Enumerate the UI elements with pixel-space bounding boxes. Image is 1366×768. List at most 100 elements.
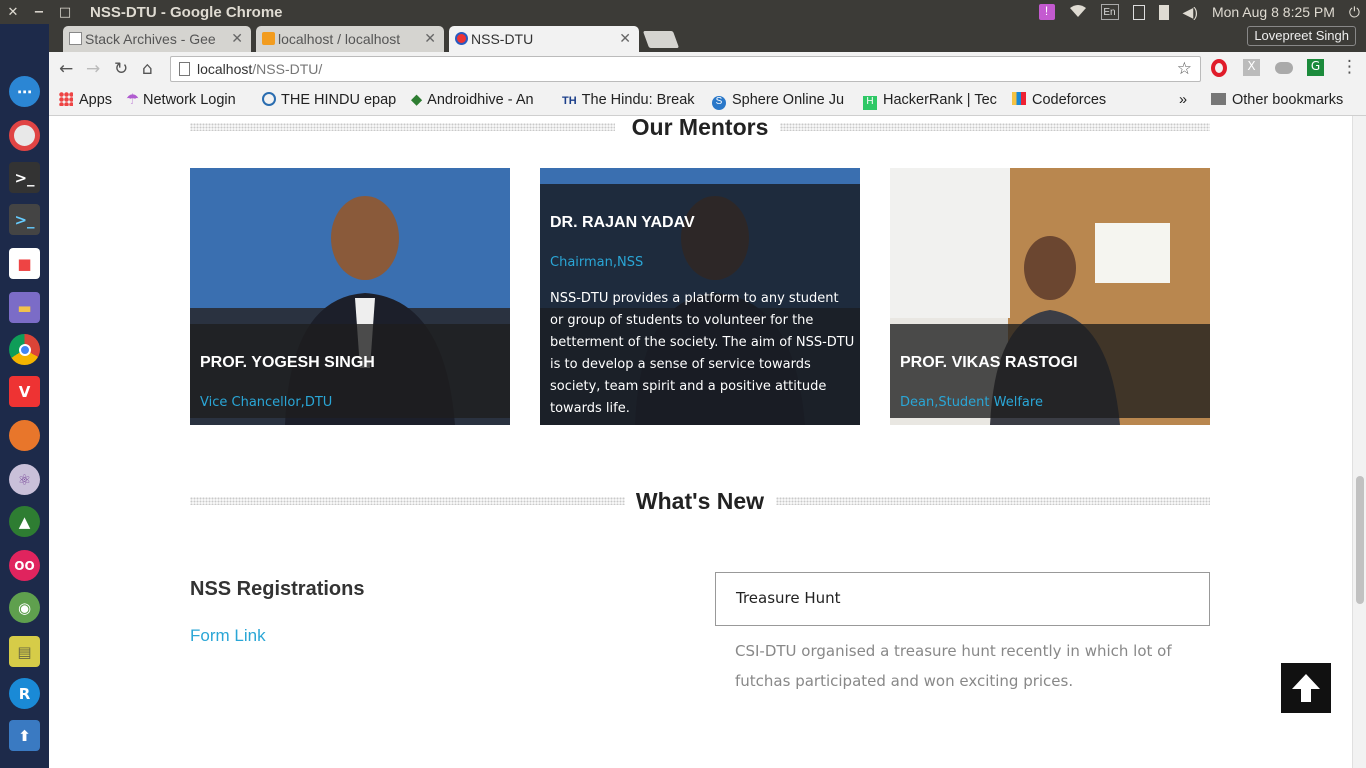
news-description: CSI-DTU organised a treasure hunt recent… bbox=[735, 642, 1172, 690]
mentor-role: Dean,Student Welfare bbox=[900, 395, 1043, 410]
vivaldi-icon[interactable]: V bbox=[9, 376, 40, 407]
tab-phpmyadmin[interactable]: localhost / localhost ✕ bbox=[256, 26, 444, 52]
close-tab-icon[interactable]: ✕ bbox=[231, 30, 243, 47]
web-page: Our Mentors PROF. YOGESH SINGH Vice Chan… bbox=[49, 116, 1352, 768]
tab-strip: Stack Archives - Gee ✕ localhost / local… bbox=[49, 24, 1366, 52]
wifi-icon[interactable] bbox=[1069, 4, 1087, 21]
navigation-bar: ← → ↻ ⌂ localhost/NSS-DTU/ ☆ X G ⋮ bbox=[49, 52, 1366, 86]
phpmyadmin-icon bbox=[262, 32, 275, 45]
tab-nss-dtu[interactable]: NSS-DTU ✕ bbox=[449, 26, 639, 52]
system-top-bar: ✕ − □ NSS-DTU - Google Chrome ! En ◀) Mo… bbox=[0, 0, 1366, 24]
arrow-up-icon bbox=[1292, 674, 1320, 702]
whats-new-heading: What's New bbox=[190, 488, 1210, 518]
bookmark-androidhive[interactable]: ◆ Androidhive - An bbox=[411, 92, 548, 108]
android-app-icon[interactable]: ◉ bbox=[9, 592, 40, 623]
archive-icon[interactable]: ▤ bbox=[9, 636, 40, 667]
bookmark-label: The Hindu: Break bbox=[581, 92, 695, 108]
atom-icon[interactable]: ⚛ bbox=[9, 464, 40, 495]
terminal-alt-icon[interactable]: >_ bbox=[9, 204, 40, 235]
hackerrank-icon: H bbox=[863, 96, 877, 110]
software-center-icon[interactable]: ■ bbox=[9, 248, 40, 279]
mentor-card[interactable]: PROF. VIKAS RASTOGI Dean,Student Welfare bbox=[890, 168, 1210, 425]
minimize-window-button[interactable]: − bbox=[26, 5, 52, 20]
bookmark-label: THE HINDU epap bbox=[281, 92, 397, 108]
profile-button[interactable]: Lovepreet Singh bbox=[1247, 26, 1356, 46]
close-tab-icon[interactable]: ✕ bbox=[424, 30, 436, 47]
mentor-role: Vice Chancellor,DTU bbox=[200, 395, 333, 410]
bookmark-label: Androidhive - An bbox=[427, 92, 534, 108]
news-item-header[interactable]: Treasure Hunt bbox=[715, 572, 1210, 626]
forward-icon[interactable]: → bbox=[86, 59, 100, 79]
mentor-card[interactable]: DR. RAJAN YADAV Chairman,NSS NSS-DTU pro… bbox=[540, 168, 860, 425]
x-extension-icon[interactable]: X bbox=[1243, 59, 1260, 76]
close-window-button[interactable]: ✕ bbox=[0, 5, 26, 20]
page-icon bbox=[69, 32, 82, 45]
bookmark-the-hindu-breaking[interactable]: TH The Hindu: Break bbox=[562, 92, 697, 108]
tab-label: NSS-DTU bbox=[471, 31, 534, 47]
close-tab-icon[interactable]: ✕ bbox=[619, 30, 631, 47]
clock[interactable]: Mon Aug 8 8:25 PM bbox=[1212, 4, 1335, 20]
mentor-role: Chairman,NSS bbox=[550, 255, 644, 270]
volume-icon[interactable]: ◀) bbox=[1183, 4, 1198, 21]
mentor-name: PROF. VIKAS RASTOGI bbox=[900, 354, 1078, 371]
mentor-name: PROF. YOGESH SINGH bbox=[200, 354, 375, 371]
bookmark-label: Other bookmarks bbox=[1232, 92, 1344, 108]
alert-icon[interactable]: ! bbox=[1038, 4, 1055, 20]
power-icon[interactable]: ⏻ bbox=[1349, 4, 1360, 21]
back-icon[interactable]: ← bbox=[59, 59, 73, 79]
battery-icon[interactable] bbox=[1158, 4, 1169, 20]
tab-label: localhost / localhost bbox=[278, 31, 401, 47]
cloud-extension-icon[interactable] bbox=[1275, 62, 1293, 74]
bookmark-label: Apps bbox=[79, 92, 113, 108]
wordpress-icon bbox=[262, 92, 276, 106]
page-info-icon[interactable] bbox=[179, 62, 190, 76]
apple-icon[interactable] bbox=[9, 32, 40, 63]
g-extension-icon[interactable]: G bbox=[1307, 59, 1324, 76]
bookmark-label: Codeforces bbox=[1032, 92, 1107, 108]
clipboard-icon[interactable] bbox=[1132, 4, 1145, 20]
bookmark-sphere-online-judge[interactable]: S Sphere Online Ju bbox=[712, 92, 849, 110]
system-tray: ! En ◀) Mon Aug 8 8:25 PM ⏻ bbox=[1038, 0, 1360, 24]
bookmark-star-icon[interactable]: ☆ bbox=[1177, 59, 1192, 79]
sphere-icon: S bbox=[712, 96, 726, 110]
bookmark-apps[interactable]: Apps bbox=[59, 92, 112, 108]
bookmark-other-bookmarks[interactable]: Other bookmarks bbox=[1211, 92, 1343, 108]
scroll-to-top-button[interactable] bbox=[1281, 663, 1331, 713]
bookmark-codeforces[interactable]: Codeforces bbox=[1012, 92, 1106, 108]
bookmark-label: Sphere Online Ju bbox=[732, 92, 845, 108]
terminal-icon[interactable]: >_ bbox=[9, 162, 40, 193]
bookmarks-bar: Apps ☂ Network Login THE HINDU epap ◆ Andr… bbox=[49, 86, 1366, 116]
tab-stack-archives[interactable]: Stack Archives - Gee ✕ bbox=[63, 26, 251, 52]
menu-icon[interactable]: ⋮ bbox=[1341, 57, 1358, 77]
files-icon[interactable]: ▬ bbox=[9, 292, 40, 323]
maximize-window-button[interactable]: □ bbox=[52, 5, 78, 20]
android-icon: ◆ bbox=[411, 92, 423, 108]
opera-extension-icon[interactable] bbox=[1211, 59, 1227, 77]
firefox-icon[interactable] bbox=[9, 420, 40, 451]
page-scrollbar[interactable] bbox=[1352, 116, 1366, 768]
scrollbar-thumb[interactable] bbox=[1356, 476, 1364, 604]
chrome-icon[interactable] bbox=[9, 334, 40, 365]
pie-chart-app-icon[interactable] bbox=[9, 120, 40, 151]
bookmark-hackerrank[interactable]: H HackerRank | Tec bbox=[863, 92, 1000, 110]
new-tab-button[interactable] bbox=[642, 31, 680, 48]
home-icon[interactable]: ⌂ bbox=[142, 59, 153, 79]
form-link[interactable]: Form Link bbox=[190, 626, 266, 646]
reload-icon[interactable]: ↻ bbox=[114, 59, 128, 79]
mentor-card[interactable]: PROF. YOGESH SINGH Vice Chancellor,DTU bbox=[190, 168, 510, 425]
bookmark-network-login[interactable]: ☂ Network Login bbox=[126, 92, 236, 108]
flickr-icon[interactable]: OO bbox=[9, 550, 40, 581]
updater-icon[interactable]: ⬆ bbox=[9, 720, 40, 751]
codeforces-icon bbox=[1012, 92, 1026, 105]
dash-icon[interactable]: ⋯ bbox=[9, 76, 40, 107]
keyboard-layout-indicator[interactable]: En bbox=[1100, 4, 1119, 20]
r-app-icon[interactable]: R bbox=[9, 678, 40, 709]
bookmark-the-hindu-epaper[interactable]: THE HINDU epap bbox=[262, 92, 399, 108]
bookmarks-overflow-button[interactable]: » bbox=[1179, 92, 1187, 108]
tab-label: Stack Archives - Gee bbox=[85, 31, 216, 47]
news-title: Treasure Hunt bbox=[736, 589, 841, 607]
address-bar[interactable]: localhost/NSS-DTU/ ☆ bbox=[170, 56, 1201, 82]
browser-chrome: Stack Archives - Gee ✕ localhost / local… bbox=[49, 24, 1366, 116]
android-studio-icon[interactable]: ▲ bbox=[9, 506, 40, 537]
url-path: /NSS-DTU/ bbox=[252, 61, 323, 77]
